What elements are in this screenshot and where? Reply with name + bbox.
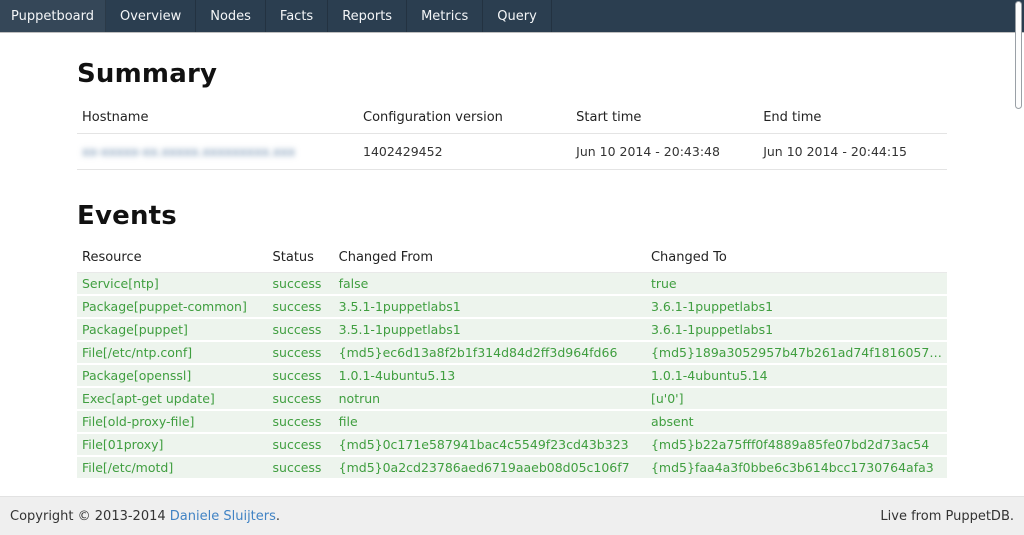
copyright-text: Copyright © 2013-2014 Daniele Sluijters. [10,509,280,524]
event-row: File[01proxy] success {md5}0c171e587941b… [77,433,947,456]
event-row: Package[puppet-common] success 3.5.1-1pu… [77,295,947,318]
event-status-badge: success [268,410,334,433]
nav-item-facts[interactable]: Facts [266,0,328,32]
summary-header-row: Hostname Configuration version Start tim… [77,102,947,134]
event-changed-to: true [646,273,947,296]
event-status-badge: success [268,364,334,387]
hostname-link-redacted[interactable]: xx-xxxxx-xx.xxxxx.xxxxxxxxx.xxx [82,144,295,159]
event-resource: Service[ntp] [77,273,268,296]
event-row: Package[puppet] success 3.5.1-1puppetlab… [77,318,947,341]
event-changed-to: 3.6.1-1puppetlabs1 [646,318,947,341]
summary-configuration-version: 1402429452 [358,134,571,170]
summary-row: xx-xxxxx-xx.xxxxx.xxxxxxxxx.xxx 14024294… [77,134,947,170]
event-resource: Package[puppet-common] [77,295,268,318]
live-from-puppetdb-text: Live from PuppetDB. [880,509,1014,524]
summary-end-time: Jun 10 2014 - 20:44:15 [758,134,947,170]
event-resource: Package[openssl] [77,364,268,387]
copyright-prefix: Copyright © 2013-2014 [10,509,170,524]
event-changed-from: 1.0.1-4ubuntu5.13 [334,364,646,387]
event-changed-to: {md5}faa4a3f0bbe6c3b614bcc1730764afa3 [646,456,947,479]
nav-item-nodes[interactable]: Nodes [196,0,266,32]
copyright-suffix: . [276,509,280,524]
event-changed-to: {md5}b22a75fff0f4889a85fe07bd2d73ac54 [646,433,947,456]
event-changed-to: 1.0.1-4ubuntu5.14 [646,364,947,387]
summary-start-time: Jun 10 2014 - 20:43:48 [571,134,758,170]
event-status-badge: success [268,341,334,364]
nav-item-query[interactable]: Query [483,0,552,32]
summary-hostname-cell: xx-xxxxx-xx.xxxxx.xxxxxxxxx.xxx [77,134,358,170]
event-changed-from: 3.5.1-1puppetlabs1 [334,318,646,341]
event-resource: File[old-proxy-file] [77,410,268,433]
event-resource: Exec[apt-get update] [77,387,268,410]
events-heading: Events [77,201,947,231]
scrollbar-thumb[interactable] [1015,1,1022,109]
event-resource: File[/etc/motd] [77,456,268,479]
events-col-changed-from: Changed From [334,243,646,273]
events-col-changed-to: Changed To [646,243,947,273]
navbar: Puppetboard Overview Nodes Facts Reports… [0,0,1024,32]
summary-col-hostname: Hostname [77,102,358,134]
event-status-badge: success [268,295,334,318]
event-changed-from: {md5}0c171e587941bac4c5549f23cd43b323 [334,433,646,456]
event-resource: File[01proxy] [77,433,268,456]
footer: Copyright © 2013-2014 Daniele Sluijters.… [0,496,1024,535]
event-changed-to: absent [646,410,947,433]
event-resource: File[/etc/ntp.conf] [77,341,268,364]
nav-item-overview[interactable]: Overview [106,0,196,32]
events-table: Resource Status Changed From Changed To … [77,243,947,480]
navbar-spacer [552,0,1024,32]
event-changed-from: {md5}0a2cd23786aed6719aaeb08d05c106f7 [334,456,646,479]
author-link[interactable]: Daniele Sluijters [170,509,276,524]
event-row: Service[ntp] success false true [77,273,947,296]
summary-col-start-time: Start time [571,102,758,134]
event-status-badge: success [268,456,334,479]
event-row: File[/etc/ntp.conf] success {md5}ec6d13a… [77,341,947,364]
event-changed-from: notrun [334,387,646,410]
events-col-resource: Resource [77,243,268,273]
events-header-row: Resource Status Changed From Changed To [77,243,947,273]
event-changed-to: 3.6.1-1puppetlabs1 [646,295,947,318]
nav-item-reports[interactable]: Reports [328,0,407,32]
summary-col-end-time: End time [758,102,947,134]
event-changed-from: false [334,273,646,296]
event-changed-to: [u'0'] [646,387,947,410]
event-changed-from: file [334,410,646,433]
event-changed-from: {md5}ec6d13a8f2b1f314d84d2ff3d964fd66 [334,341,646,364]
event-row: Exec[apt-get update] success notrun [u'0… [77,387,947,410]
navbar-brand[interactable]: Puppetboard [0,0,106,32]
summary-col-configuration-version: Configuration version [358,102,571,134]
event-changed-to: {md5}189a3052957b47b261ad74f181605716 [646,341,947,364]
event-row: File[/etc/motd] success {md5}0a2cd23786a… [77,456,947,479]
event-row: Package[openssl] success 1.0.1-4ubuntu5.… [77,364,947,387]
main-content: Summary Hostname Configuration version S… [0,32,1024,496]
event-status-badge: success [268,387,334,410]
event-row: File[old-proxy-file] success file absent [77,410,947,433]
summary-table: Hostname Configuration version Start tim… [77,102,947,170]
event-status-badge: success [268,318,334,341]
events-body: Service[ntp] success false true Package[… [77,273,947,480]
event-status-badge: success [268,433,334,456]
events-col-status: Status [268,243,334,273]
event-changed-from: 3.5.1-1puppetlabs1 [334,295,646,318]
event-status-badge: success [268,273,334,296]
summary-heading: Summary [77,59,947,89]
event-resource: Package[puppet] [77,318,268,341]
nav-item-metrics[interactable]: Metrics [407,0,483,32]
